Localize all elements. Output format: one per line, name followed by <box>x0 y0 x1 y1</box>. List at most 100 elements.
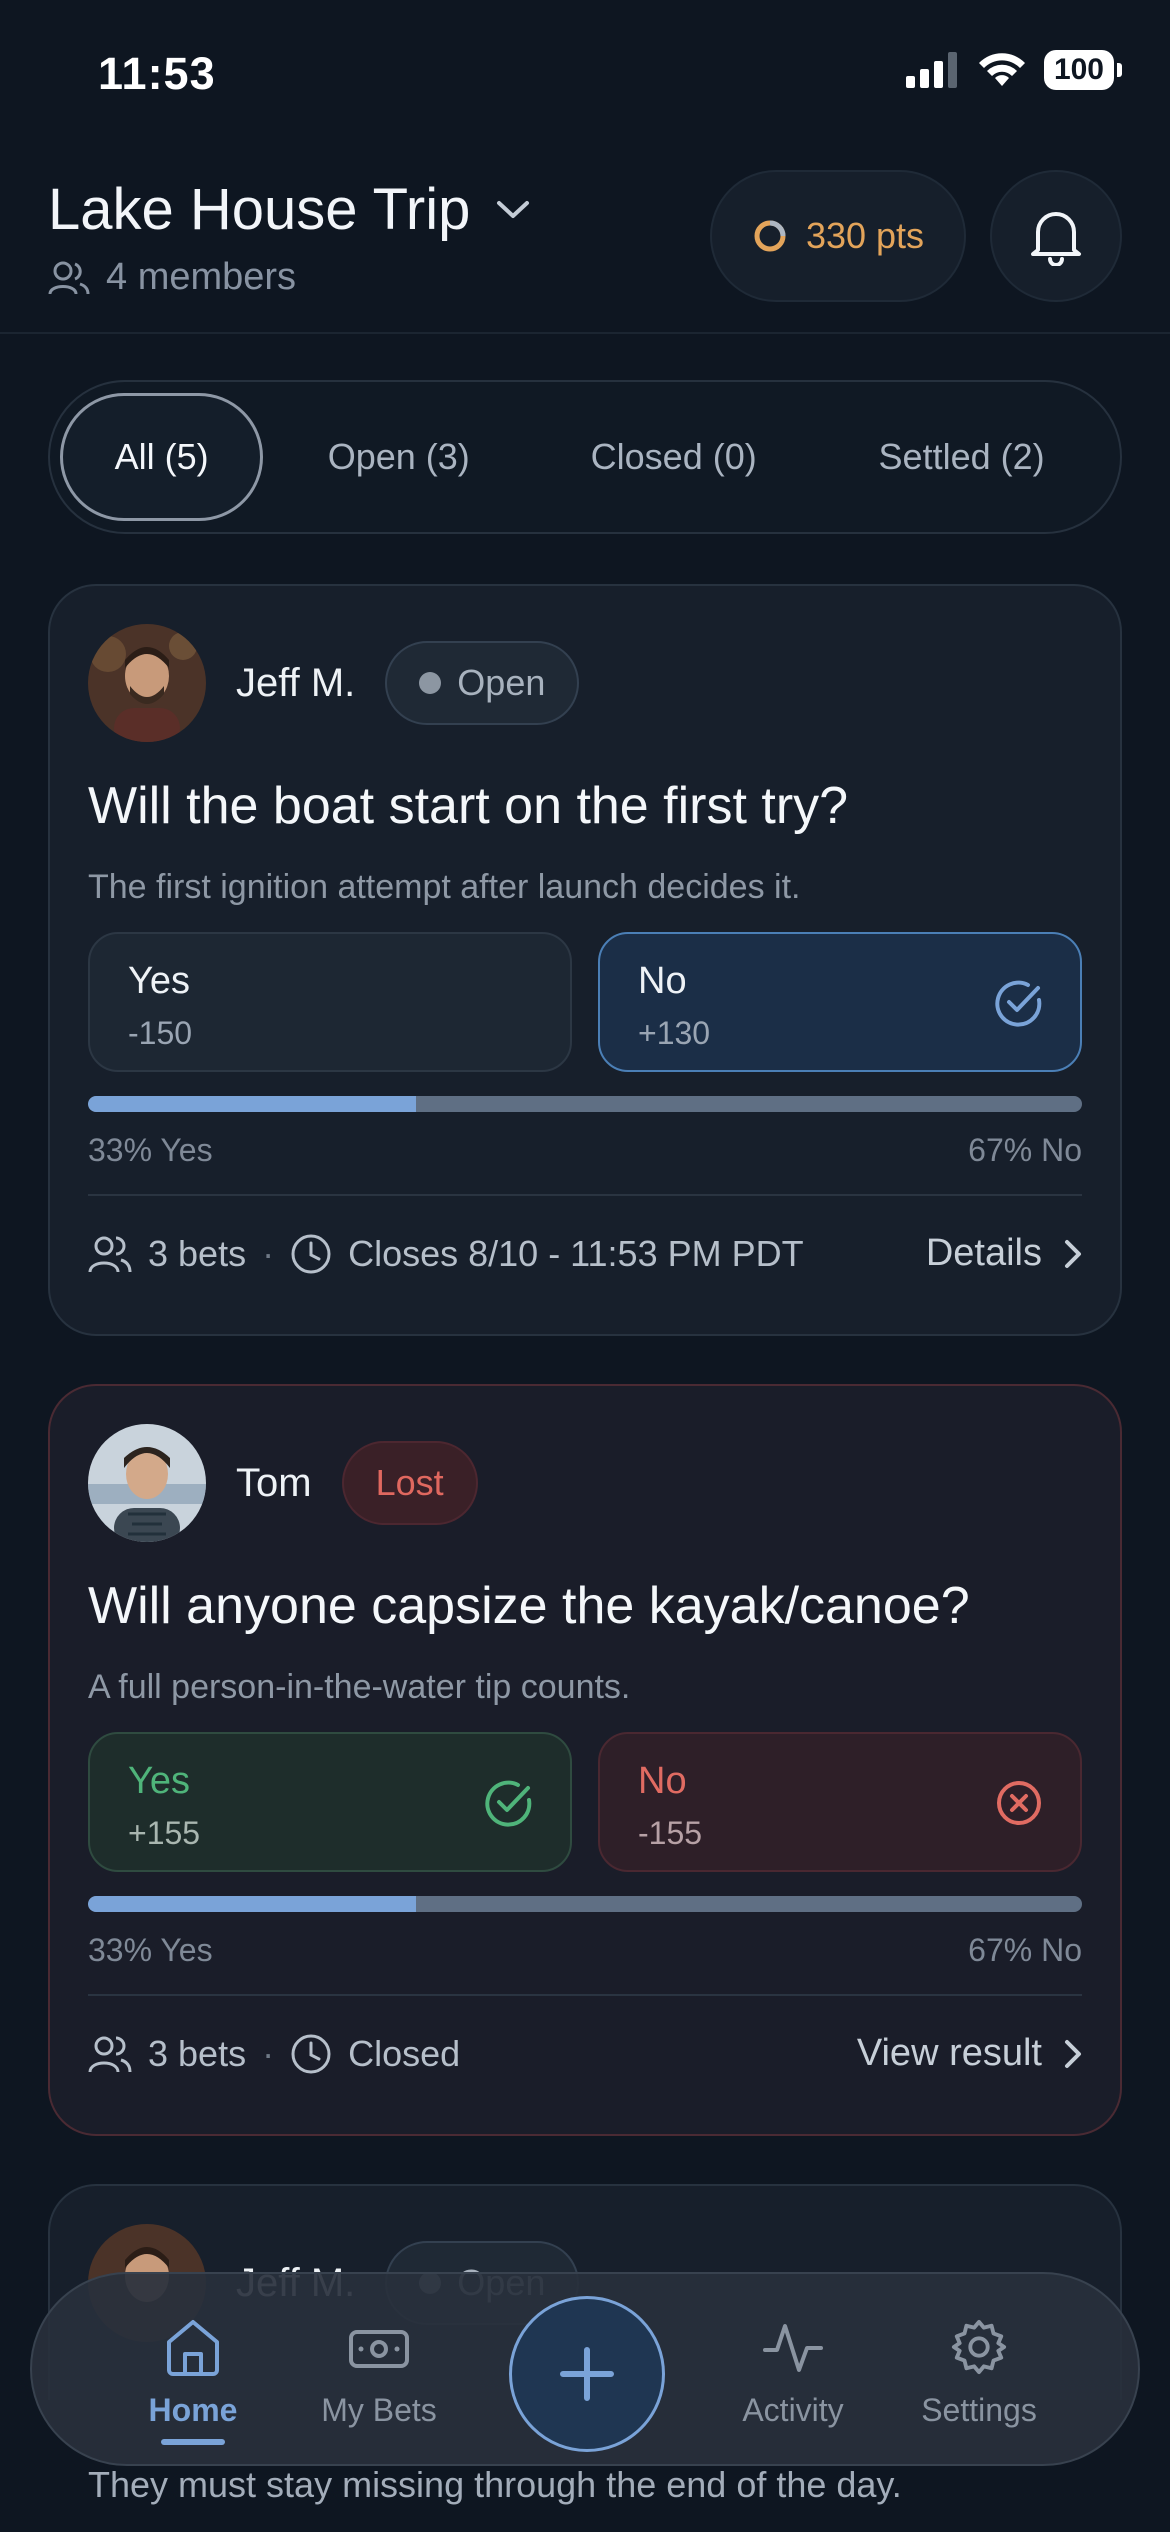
home-icon <box>167 2320 219 2376</box>
group-header: Lake House Trip 4 members 330 pts <box>48 170 1122 310</box>
bet-title: Will anyone capsize the kayak/canoe? <box>88 1577 970 1635</box>
bets-count-label: 3 bets <box>148 2032 247 2074</box>
bet-options: Yes -150 No +130 <box>88 932 1082 1072</box>
status-badge: Open <box>385 641 580 725</box>
status-time: 11:53 <box>98 48 216 99</box>
members-label: 4 members <box>106 256 297 298</box>
bets-count: 3 bets <box>88 2033 246 2075</box>
create-bet-button[interactable] <box>509 2296 665 2452</box>
clock-icon <box>291 2034 331 2073</box>
card-footer: 3 bets · Closes 8/10 - 11:53 PM PDT Deta… <box>88 1232 1082 1275</box>
battery-icon: 100 <box>1043 50 1123 90</box>
close-time: Closes 8/10 - 11:53 PM PDT <box>290 1233 804 1275</box>
tab-open[interactable]: Open (3) <box>263 393 534 521</box>
author-name: Jeff M. <box>236 660 356 705</box>
users-icon <box>48 261 90 294</box>
status-badge: Lost <box>341 1441 478 1525</box>
bet-description: A full person-in-the-water tip counts. <box>88 1668 631 1706</box>
status-bar: 11:53 100 <box>0 0 1170 150</box>
vote-progress-fill <box>88 1096 417 1112</box>
filter-tabs: All (5) Open (3) Closed (0) Settled (2) <box>48 380 1122 534</box>
option-no[interactable]: No +130 <box>598 932 1082 1072</box>
group-switcher[interactable]: Lake House Trip <box>48 176 530 243</box>
status-label: Open <box>457 662 546 703</box>
tab-all[interactable]: All (5) <box>60 393 264 521</box>
vote-progress-bar <box>88 1896 1082 1912</box>
vote-progress-bar <box>88 1096 1082 1112</box>
bet-card[interactable]: Tom Lost Will anyone capsize the kayak/c… <box>48 1384 1122 2136</box>
card-header: Jeff M. Open <box>88 624 580 742</box>
no-percentage: 67% No <box>968 1132 1082 1168</box>
signal-icon <box>905 52 957 88</box>
chevron-down-icon <box>497 200 530 218</box>
clock-icon <box>291 1234 331 1273</box>
option-no[interactable]: No -155 <box>598 1732 1082 1872</box>
tab-activity[interactable]: Activity <box>708 2318 878 2429</box>
tab-activity-label: Activity <box>742 2392 844 2428</box>
x-circle-icon <box>997 1781 1041 1825</box>
bet-description: They must stay missing through the end o… <box>88 2464 902 2505</box>
avatar <box>88 624 206 742</box>
tab-home-label: Home <box>148 2392 238 2428</box>
group-title: Lake House Trip <box>48 177 471 242</box>
vote-percentages: 33% Yes 67% No <box>88 1932 1082 1969</box>
header-divider <box>0 332 1170 334</box>
tab-closed[interactable]: Closed (0) <box>534 393 813 521</box>
status-icons: 100 <box>905 50 1123 90</box>
plus-icon <box>560 2347 614 2401</box>
wifi-icon <box>978 53 1025 86</box>
check-circle-icon <box>995 980 1042 1027</box>
members-count: 4 members <box>48 256 296 299</box>
view-result-link[interactable]: View result <box>857 2032 1082 2075</box>
gear-icon <box>951 2319 1007 2375</box>
notifications-button[interactable] <box>990 170 1122 302</box>
card-divider <box>88 1994 1082 1996</box>
bet-card[interactable]: Jeff M. Open Will the boat start on the … <box>48 584 1122 1336</box>
option-odds: -155 <box>638 1815 703 1851</box>
card-footer: 3 bets · Closed View result <box>88 2032 1082 2075</box>
separator-dot: · <box>262 2032 275 2074</box>
option-label: No <box>638 960 687 1002</box>
card-header: Tom Lost <box>88 1424 478 1542</box>
coin-icon <box>754 220 786 252</box>
points-value: 330 pts <box>805 215 925 256</box>
tab-settings[interactable]: Settings <box>894 2318 1064 2429</box>
check-circle-icon <box>485 1780 532 1827</box>
option-label: Yes <box>128 1760 190 1802</box>
bell-icon <box>1031 212 1081 266</box>
tab-settings-label: Settings <box>921 2392 1037 2428</box>
status-label: Lost <box>375 1462 444 1503</box>
yes-percentage: 33% Yes <box>88 1132 213 1168</box>
chevron-right-icon <box>1065 1239 1081 1268</box>
points-button[interactable]: 330 pts <box>710 170 966 302</box>
close-time: Closed <box>290 2033 460 2075</box>
separator-dot: · <box>262 1232 275 1274</box>
bets-count: 3 bets <box>88 1233 246 1275</box>
tab-home[interactable]: Home <box>108 2318 278 2445</box>
bet-options: Yes +155 No -155 <box>88 1732 1082 1872</box>
details-link[interactable]: Details <box>926 1232 1082 1275</box>
view-result-label: View result <box>856 2032 1042 2074</box>
bets-count-label: 3 bets <box>148 1232 247 1274</box>
avatar <box>88 1424 206 1542</box>
close-time-label: Closes 8/10 - 11:53 PM PDT <box>348 1232 804 1274</box>
active-tab-indicator <box>161 2439 225 2445</box>
tab-settled[interactable]: Settled (2) <box>813 393 1110 521</box>
yes-percentage: 33% Yes <box>88 1932 213 1968</box>
details-label: Details <box>925 1232 1042 1274</box>
option-odds: -150 <box>128 1015 193 1051</box>
option-yes[interactable]: Yes +155 <box>88 1732 572 1872</box>
bet-title: Will the boat start on the first try? <box>88 777 849 835</box>
option-label: No <box>638 1760 687 1802</box>
ticket-icon <box>349 2330 409 2368</box>
vote-percentages: 33% Yes 67% No <box>88 1132 1082 1169</box>
option-yes[interactable]: Yes -150 <box>88 932 572 1072</box>
tab-my-bets[interactable]: My Bets <box>294 2318 464 2429</box>
status-dot-icon <box>419 672 442 694</box>
no-percentage: 67% No <box>968 1932 1082 1968</box>
option-odds: +155 <box>128 1815 201 1851</box>
users-icon <box>88 2036 132 2072</box>
close-time-label: Closed <box>348 2032 461 2074</box>
activity-icon <box>763 2324 823 2372</box>
bet-description: The first ignition attempt after launch … <box>88 868 801 906</box>
